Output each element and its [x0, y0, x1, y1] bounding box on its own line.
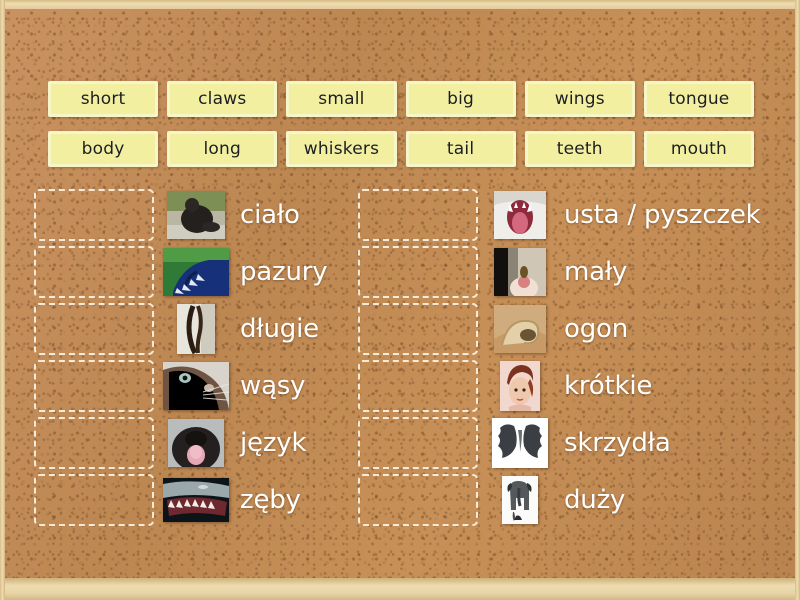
gorilla-body-photo[interactable]: [162, 189, 230, 241]
match-row: usta / pyszczek: [358, 186, 788, 243]
shark-teeth-photo[interactable]: [162, 474, 230, 526]
match-row: pazury: [34, 243, 380, 300]
word-tile-label: mouth: [670, 139, 728, 159]
dog-tongue-photo[interactable]: [162, 417, 230, 469]
word-bank-row-1: short claws small big wings tongue: [48, 81, 755, 117]
match-row: krótkie: [358, 357, 788, 414]
word-tile-tail[interactable]: tail: [405, 131, 516, 167]
term-label: pazury: [240, 256, 328, 287]
dropzone-right-5[interactable]: [358, 416, 478, 469]
dropzone-right-4[interactable]: [358, 359, 478, 412]
match-row: ogon: [358, 300, 788, 357]
word-tile-label: tongue: [668, 89, 730, 109]
blue-claws-photo[interactable]: [162, 246, 230, 298]
word-bank-row-2: body long whiskers tail teeth mouth: [48, 131, 755, 167]
match-row: duży: [358, 471, 788, 528]
term-label: wąsy: [240, 370, 306, 401]
word-tile-small[interactable]: small: [286, 81, 397, 117]
term-label: długie: [240, 313, 319, 344]
match-row: zęby: [34, 471, 380, 528]
word-tile-label: short: [80, 89, 126, 109]
term-label: usta / pyszczek: [564, 199, 761, 230]
word-tile-label: small: [318, 89, 365, 109]
word-tile-big[interactable]: big: [405, 81, 516, 117]
dropzone-left-3[interactable]: [34, 302, 154, 355]
term-label: zęby: [240, 484, 301, 515]
word-tile-claws[interactable]: claws: [167, 81, 278, 117]
dropzone-left-5[interactable]: [34, 416, 154, 469]
word-tile-label: teeth: [556, 139, 603, 159]
match-row: wąsy: [34, 357, 380, 414]
board-frame-left: [0, 0, 5, 600]
dropzone-right-2[interactable]: [358, 245, 478, 298]
word-tile-label: long: [203, 139, 241, 159]
word-tile-wings[interactable]: wings: [524, 81, 635, 117]
word-tile-label: body: [81, 139, 125, 159]
word-tile-label: claws: [198, 89, 247, 109]
dropzone-right-3[interactable]: [358, 302, 478, 355]
term-label: duży: [564, 484, 626, 515]
dropzone-left-4[interactable]: [34, 359, 154, 412]
big-elephant-silhouette-photo[interactable]: [486, 474, 554, 526]
short-hair-woman-photo[interactable]: [486, 360, 554, 412]
term-label: krótkie: [564, 370, 653, 401]
term-label: ogon: [564, 313, 628, 344]
match-row: skrzydła: [358, 414, 788, 471]
word-tile-label: big: [447, 89, 475, 109]
dropzone-right-1[interactable]: [358, 188, 478, 241]
bat-wings-photo[interactable]: [486, 417, 554, 469]
word-tile-body[interactable]: body: [48, 131, 159, 167]
word-tile-label: whiskers: [303, 139, 380, 159]
match-row: język: [34, 414, 380, 471]
dropzone-left-1[interactable]: [34, 188, 154, 241]
term-label: język: [240, 427, 307, 458]
match-row: długie: [34, 300, 380, 357]
dropzone-right-6[interactable]: [358, 473, 478, 526]
corkboard-activity-canvas: short claws small big wings tongue body …: [0, 0, 800, 600]
match-row: ciało: [34, 186, 380, 243]
cat-whiskers-photo[interactable]: [162, 360, 230, 412]
lion-tail-photo[interactable]: [486, 303, 554, 355]
match-column-right: usta / pyszczek mały ogon krótkie skrzyd…: [358, 186, 788, 528]
word-tile-short[interactable]: short: [48, 81, 159, 117]
word-tile-long[interactable]: long: [167, 131, 278, 167]
word-tile-label: wings: [554, 89, 605, 109]
term-label: skrzydła: [564, 427, 671, 458]
word-tile-mouth[interactable]: mouth: [643, 131, 755, 167]
term-label: mały: [564, 256, 628, 287]
word-tile-label: tail: [446, 139, 475, 159]
cat-open-mouth-photo[interactable]: [486, 189, 554, 241]
board-frame-right: [795, 0, 800, 600]
word-tile-teeth[interactable]: teeth: [524, 131, 635, 167]
dropzone-left-2[interactable]: [34, 245, 154, 298]
word-tile-whiskers[interactable]: whiskers: [286, 131, 397, 167]
match-row: mały: [358, 243, 788, 300]
small-object-in-fingers-photo[interactable]: [486, 246, 554, 298]
term-label: ciało: [240, 199, 300, 230]
dropzone-left-6[interactable]: [34, 473, 154, 526]
match-column-left: ciało pazury długie wąsy język zęby: [34, 186, 380, 528]
word-tile-tongue[interactable]: tongue: [643, 81, 755, 117]
long-hair-photo[interactable]: [162, 303, 230, 355]
